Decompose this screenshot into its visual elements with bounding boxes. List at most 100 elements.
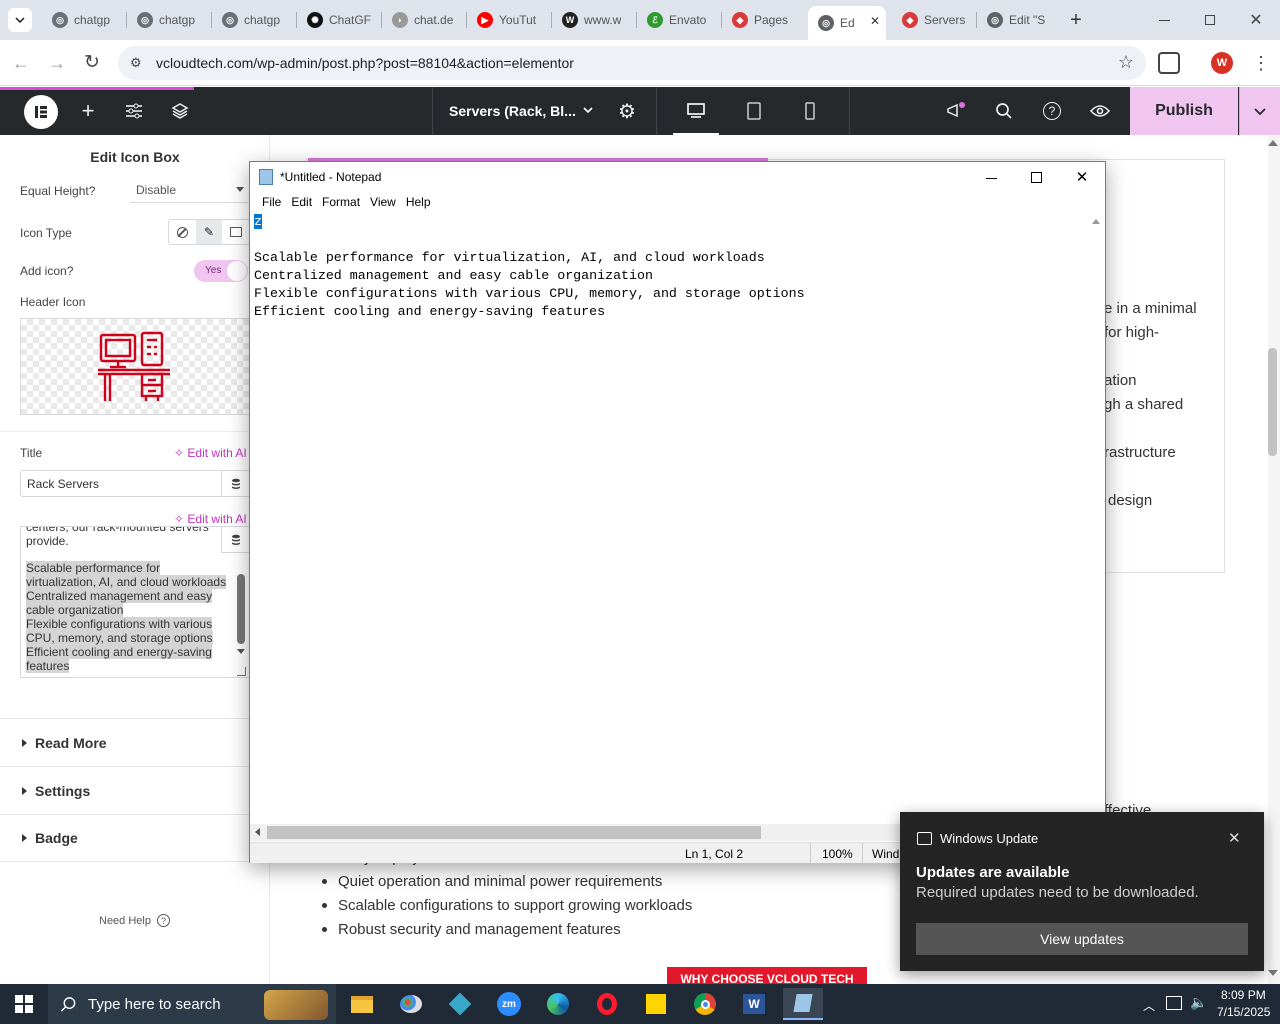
windows-start-icon[interactable] [4, 988, 44, 1020]
add-element-icon[interactable]: + [65, 87, 111, 135]
menu-format[interactable]: Format [317, 192, 365, 212]
minimize-window-icon[interactable] [1152, 12, 1176, 28]
forward-icon[interactable]: → [48, 53, 66, 74]
close-tab-icon[interactable]: ✕ [870, 14, 880, 28]
browser-tab[interactable]: ✺ ChatGF [297, 8, 381, 32]
browser-tab[interactable]: ◎ chatgp [212, 8, 296, 32]
brush-icon[interactable]: ✎ [195, 220, 223, 244]
browser-tab[interactable]: ◆ Pages [722, 8, 806, 32]
show-hidden-icons-chevron-icon[interactable]: ︿ [1143, 997, 1155, 1014]
menu-help[interactable]: Help [401, 192, 436, 212]
publish-button[interactable]: Publish [1130, 87, 1238, 135]
browser-tab[interactable]: ◎ Ed ✕ [808, 6, 886, 40]
mobile-view-icon[interactable] [787, 87, 833, 135]
notepad-title-bar[interactable]: *Untitled - Notepad ✕ [250, 162, 1105, 192]
elementor-panel: Edit Icon Box Equal Height? Disable Icon… [0, 135, 270, 984]
section-label: Badge [35, 830, 78, 846]
scroll-up-arrow-icon[interactable] [1268, 140, 1278, 146]
zoom-app-icon[interactable]: zm [489, 988, 529, 1020]
image-icon[interactable] [222, 220, 249, 244]
structure-layers-icon[interactable] [157, 87, 203, 135]
canvas-scrollbar-thumb[interactable] [1268, 348, 1277, 456]
reload-icon[interactable]: ↻ [84, 51, 100, 74]
close-window-icon[interactable]: ✕ [1244, 10, 1268, 30]
page-title-dropdown[interactable]: Servers (Rack, Bl... [432, 87, 602, 135]
description-textarea[interactable]: centers, our rack-mounted servers provid… [20, 526, 250, 678]
preview-eye-icon[interactable] [1077, 87, 1123, 135]
menu-view[interactable]: View [365, 192, 401, 212]
page-settings-gear-icon[interactable]: ⚙ [604, 87, 650, 135]
notepad-text-area[interactable]: z Scalable performance for virtualization… [254, 213, 1088, 823]
minimize-icon[interactable] [978, 171, 1004, 185]
tab-search-button[interactable] [8, 8, 32, 32]
browser-tab[interactable]: ◎ Edit "S [977, 8, 1061, 32]
browser-tab[interactable]: ◗ chat.de [382, 8, 466, 32]
opera-browser-icon[interactable] [587, 988, 627, 1020]
paint-app-icon[interactable] [391, 988, 431, 1020]
back-icon[interactable]: ← [12, 53, 30, 74]
taskbar-date[interactable]: 7/15/2025 [1217, 1005, 1270, 1019]
browser-tab[interactable]: Wwww.w [552, 8, 636, 32]
header-icon-preview[interactable] [20, 318, 250, 415]
scroll-down-arrow-icon[interactable] [1268, 970, 1278, 976]
section-settings[interactable]: Settings [0, 766, 250, 814]
browser-tab[interactable]: ▶ YouTut [467, 8, 551, 32]
restore-window-icon[interactable] [1198, 12, 1222, 28]
dynamic-tags-icon[interactable] [221, 470, 250, 497]
taskbar-search-box[interactable]: Type here to search [48, 984, 336, 1024]
title-input[interactable]: Rack Servers [20, 470, 222, 497]
sticky-notes-icon[interactable] [636, 988, 676, 1020]
toast-close-icon[interactable]: ✕ [1228, 829, 1241, 847]
browser-menu-icon[interactable]: ⋮ [1252, 52, 1270, 74]
scroll-down-arrow-icon[interactable] [237, 649, 245, 654]
view-updates-button[interactable]: View updates [916, 923, 1248, 955]
desktop-view-icon[interactable] [673, 87, 719, 135]
none-icon[interactable] [169, 220, 196, 244]
horizontal-scroll-thumb[interactable] [267, 826, 761, 839]
cursor-position: Ln 1, Col 2 [685, 847, 744, 861]
need-help-link[interactable]: Need Help ? [99, 914, 170, 927]
tablet-view-icon[interactable] [731, 87, 777, 135]
app-diamond-icon[interactable] [440, 988, 480, 1020]
elementor-logo-icon[interactable] [24, 95, 58, 129]
section-read-more[interactable]: Read More [0, 718, 250, 766]
vertical-scroll-up-icon[interactable] [1092, 219, 1100, 224]
browser-tab[interactable]: ℰ Envato [637, 8, 721, 32]
resize-grip-icon[interactable] [237, 667, 246, 676]
notepad-taskbar-icon[interactable] [783, 988, 823, 1020]
network-icon[interactable] [1166, 996, 1182, 1010]
scroll-left-icon[interactable] [255, 828, 260, 836]
section-badge[interactable]: Badge [0, 814, 250, 862]
profile-avatar[interactable]: W [1211, 52, 1233, 74]
browser-tab[interactable]: ◎ chatgp [42, 8, 126, 32]
browser-tab[interactable]: ◎ chatgp [127, 8, 211, 32]
file-explorer-icon[interactable] [342, 988, 382, 1020]
close-icon[interactable]: ✕ [1069, 168, 1095, 186]
site-info-icon[interactable]: ⚙ [130, 55, 142, 71]
textarea-scrollbar[interactable] [237, 574, 245, 644]
chrome-browser-icon[interactable] [685, 988, 725, 1020]
word-app-icon[interactable]: W [734, 988, 774, 1020]
dynamic-tags-icon[interactable] [221, 526, 250, 553]
edit-with-ai-title-button[interactable]: ✧ Edit with AI [174, 446, 247, 460]
new-tab-button[interactable]: + [1064, 8, 1088, 32]
browser-tab[interactable]: ◆ Servers [892, 8, 976, 32]
extensions-icon[interactable] [1158, 52, 1180, 74]
search-icon[interactable] [981, 87, 1027, 135]
menu-file[interactable]: File [257, 192, 286, 212]
edge-browser-icon[interactable] [538, 988, 578, 1020]
edit-with-ai-description-button[interactable]: ✧ Edit with AI [174, 512, 247, 526]
address-bar[interactable]: ⚙ vcloudtech.com/wp-admin/post.php?post=… [118, 46, 1146, 80]
need-help-label: Need Help [99, 914, 151, 927]
publish-options-chevron-icon[interactable] [1239, 87, 1280, 135]
maximize-icon[interactable] [1023, 170, 1049, 184]
add-icon-toggle[interactable]: Yes [194, 260, 248, 282]
equal-height-select[interactable]: Disable [130, 181, 248, 203]
volume-icon[interactable]: 🔈 [1190, 994, 1207, 1011]
menu-edit[interactable]: Edit [286, 192, 317, 212]
bookmark-star-icon[interactable]: ☆ [1118, 52, 1134, 73]
site-settings-icon[interactable] [111, 87, 157, 135]
whats-new-megaphone-icon[interactable] [933, 87, 979, 135]
help-icon[interactable]: ? [1029, 87, 1075, 135]
taskbar-time[interactable]: 8:09 PM [1221, 988, 1266, 1002]
